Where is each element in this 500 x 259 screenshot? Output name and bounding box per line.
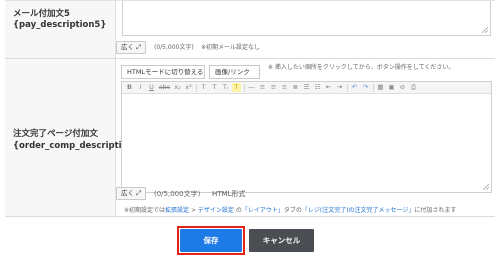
note-prefix: ※初期設定では [124, 207, 166, 214]
mail-expand-button[interactable]: 広く ⤢ [116, 41, 147, 54]
form-actions: 保存 キャンセル [0, 218, 500, 259]
align-left-icon[interactable]: ≡ [258, 83, 267, 92]
toolbar-divider [373, 84, 374, 92]
bullet-list-icon[interactable]: ☰ [302, 83, 311, 92]
expand-arrows-icon: ⤢ [136, 43, 142, 51]
save-button[interactable]: 保存 [180, 229, 242, 252]
toolbar-divider [196, 84, 197, 92]
order-expand-button[interactable]: 広く ⤢ [116, 187, 147, 200]
strikethrough-icon[interactable]: abc [158, 83, 171, 92]
align-center-icon[interactable]: ≡ [269, 83, 278, 92]
note-text: の [233, 207, 242, 214]
italic-icon[interactable]: I [136, 83, 145, 92]
html-format-label: HTML形式 [212, 190, 246, 198]
font-family-icon[interactable]: Tᵢ [221, 83, 230, 92]
order-complete-message-link[interactable]: 「レジ(注文完了)の注文完了メッセージ」 [302, 207, 415, 214]
subscript-icon[interactable]: x₂ [173, 83, 182, 92]
order-description-row: 注文完了ページ付加文 {order_comp_description} HTML… [5, 59, 495, 217]
order-description-note: ※初期設定では拡張設定 > デザイン設定 の「レイアウト」タブの「レジ(注文完了… [124, 207, 456, 215]
editor-hint: ※ 挿入したい個所をクリックしてから、ボタン操作をしてください。 [268, 64, 455, 71]
numbered-list-icon[interactable]: ☷ [313, 83, 322, 92]
toolbar-divider [244, 84, 245, 92]
mail-description-label: メール付加文5 [13, 9, 70, 19]
mail-description-label-cell: メール付加文5 {pay_description5} [5, 1, 116, 58]
align-right-icon[interactable]: ≡ [280, 83, 289, 92]
print-icon[interactable]: ⎙ [409, 83, 418, 92]
mail-initial-note: ※初期メール設定なし [201, 44, 261, 51]
order-char-count: (0/5,000文字) [154, 190, 201, 198]
mail-description-textarea[interactable] [122, 1, 491, 36]
expand-label: 広く [121, 43, 134, 51]
order-description-label-cell: 注文完了ページ付加文 {order_comp_description} [5, 59, 140, 216]
bold-icon[interactable]: B [125, 83, 134, 92]
image-link-button[interactable]: 画像/リンク [209, 65, 260, 79]
order-description-label: 注文完了ページ付加文 [13, 129, 98, 139]
note-text: タブの [283, 207, 302, 214]
design-settings-link[interactable]: デザイン設定 [198, 207, 234, 214]
expand-arrows-icon: ⤢ [136, 189, 142, 197]
mail-char-count: (0/5,000文字) [154, 44, 194, 51]
html-mode-button[interactable]: HTMLモードに切り替える [121, 65, 205, 79]
underline-icon[interactable]: U [147, 83, 156, 92]
link-icon[interactable]: ⊘ [398, 83, 407, 92]
settings-form: メール付加文5 {pay_description5} 広く ⤢ (0/5,000… [0, 0, 500, 259]
toolbar-divider [347, 84, 348, 92]
cancel-button[interactable]: キャンセル [249, 229, 314, 252]
font-size-icon[interactable]: T [199, 83, 208, 92]
note-suffix: に付加されます [414, 207, 457, 214]
font-color-icon[interactable]: T [210, 83, 219, 92]
highlight-icon[interactable]: T [232, 83, 241, 92]
mail-description-variable: {pay_description5} [13, 20, 107, 30]
table-icon[interactable]: ▦ [376, 83, 385, 92]
resize-handle-icon[interactable] [482, 27, 488, 33]
mail-description-row: メール付加文5 {pay_description5} 広く ⤢ (0/5,000… [5, 0, 495, 59]
expand-label: 広く [121, 189, 134, 197]
indent-icon[interactable]: ⇥ [335, 83, 344, 92]
editor-toolbar: B I U abc x₂ x² T T Tᵢ T ― ≡ ≡ ≡ ≣ ☰ ☷ ⇤ [122, 82, 491, 94]
redo-icon[interactable]: ↷ [361, 83, 370, 92]
resize-handle-icon[interactable] [483, 184, 489, 190]
horizontal-rule-icon[interactable]: ― [247, 83, 256, 92]
undo-icon[interactable]: ↶ [350, 83, 359, 92]
superscript-icon[interactable]: x² [184, 83, 193, 92]
rich-text-editor[interactable]: B I U abc x₂ x² T T Tᵢ T ― ≡ ≡ ≡ ≣ ☰ ☷ ⇤ [121, 81, 492, 193]
note-separator: > [189, 207, 198, 214]
align-justify-icon[interactable]: ≣ [291, 83, 300, 92]
save-button-highlight: 保存 [177, 226, 245, 255]
extended-settings-link[interactable]: 拡張設定 [165, 207, 189, 214]
outdent-icon[interactable]: ⇤ [324, 83, 333, 92]
layout-tab-link[interactable]: 「レイアウト」 [242, 207, 284, 214]
image-icon[interactable]: ▣ [387, 83, 396, 92]
